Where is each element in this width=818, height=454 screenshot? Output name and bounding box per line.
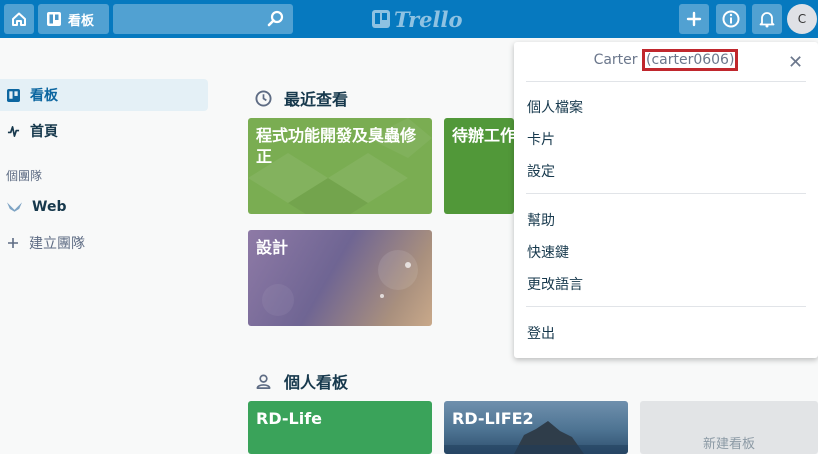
menu-item-help[interactable]: 幫助: [527, 210, 555, 230]
board-name: RD-Life: [256, 409, 323, 428]
activity-icon: [7, 125, 20, 137]
menu-item-shortcuts[interactable]: 快速鍵: [527, 242, 569, 262]
menu-username: (carter0606): [641, 49, 739, 71]
recent-section-header: 最近查看: [255, 86, 348, 110]
sidebar: 看板 首頁 個團隊 Web 建立團隊: [0, 38, 215, 454]
plus-icon: [8, 238, 18, 248]
menu-item-cards[interactable]: 卡片: [527, 129, 555, 149]
home-button[interactable]: [4, 4, 34, 34]
menu-item-settings[interactable]: 設定: [527, 161, 555, 181]
board-tile[interactable]: RD-LIFE2: [444, 401, 628, 454]
recent-section-title: 最近查看: [284, 90, 349, 109]
menu-display-name: Carter: [593, 52, 638, 68]
trello-logo-icon: [372, 10, 390, 28]
board-name: RD-LIFE2: [452, 409, 534, 428]
person-icon: [256, 374, 271, 389]
sidebar-item-team-web[interactable]: Web: [0, 191, 208, 223]
boards-button-label: 看板: [68, 13, 95, 29]
boards-icon: [47, 12, 61, 26]
personal-section-title: 個人看板: [284, 373, 349, 392]
info-icon: [722, 10, 740, 28]
board-name: 待辦工作: [452, 126, 514, 145]
sidebar-item-label: Web: [32, 199, 67, 215]
top-bar: 看板 Trello C: [0, 0, 818, 38]
search-icon[interactable]: [266, 9, 286, 29]
home-icon: [12, 12, 26, 26]
notifications-button[interactable]: [752, 4, 782, 34]
sidebar-item-label: 首頁: [30, 124, 58, 140]
menu-item-profile[interactable]: 個人檔案: [527, 97, 583, 117]
board-name: 程式功能開發及臭蟲修正: [256, 126, 417, 166]
create-button[interactable]: [679, 4, 709, 34]
trello-logo[interactable]: Trello: [372, 6, 463, 32]
menu-header: Carter (carter0606): [514, 49, 818, 71]
sidebar-item-label: 看板: [30, 88, 58, 104]
close-icon[interactable]: ✕: [788, 52, 803, 73]
sidebar-item-create-team[interactable]: 建立團隊: [0, 227, 208, 259]
account-menu: Carter (carter0606) ✕ 個人檔案 卡片 設定 幫助 快速鍵 …: [514, 42, 818, 358]
create-new-board-label: 新建看板: [702, 437, 755, 452]
clock-icon: [255, 89, 272, 107]
team-icon: [7, 202, 22, 212]
sidebar-item-home[interactable]: 首頁: [0, 115, 208, 147]
menu-divider: [526, 306, 806, 307]
info-button[interactable]: [716, 4, 746, 34]
teams-heading: 個團隊: [6, 169, 43, 183]
board-tile[interactable]: RD-Life: [248, 401, 432, 454]
personal-section-header: 個人看板: [255, 369, 348, 393]
plus-icon: [686, 11, 702, 27]
boards-button[interactable]: 看板: [38, 4, 109, 34]
board-tile[interactable]: 設計: [248, 230, 432, 326]
menu-divider: [526, 193, 806, 194]
board-name: 設計: [256, 238, 289, 257]
menu-divider: [526, 81, 806, 82]
create-new-board[interactable]: 新建看板: [640, 401, 818, 454]
trello-logo-text: Trello: [394, 6, 463, 32]
menu-item-language[interactable]: 更改語言: [527, 274, 583, 294]
sidebar-item-label: 建立團隊: [29, 236, 85, 252]
menu-item-logout[interactable]: 登出: [527, 323, 555, 343]
sidebar-item-boards[interactable]: 看板: [0, 79, 208, 111]
bell-icon: [759, 12, 775, 28]
avatar[interactable]: C: [787, 4, 817, 34]
board-tile[interactable]: 程式功能開發及臭蟲修正: [248, 118, 432, 214]
board-tile[interactable]: 待辦工作: [444, 118, 514, 214]
boards-icon: [7, 88, 20, 102]
